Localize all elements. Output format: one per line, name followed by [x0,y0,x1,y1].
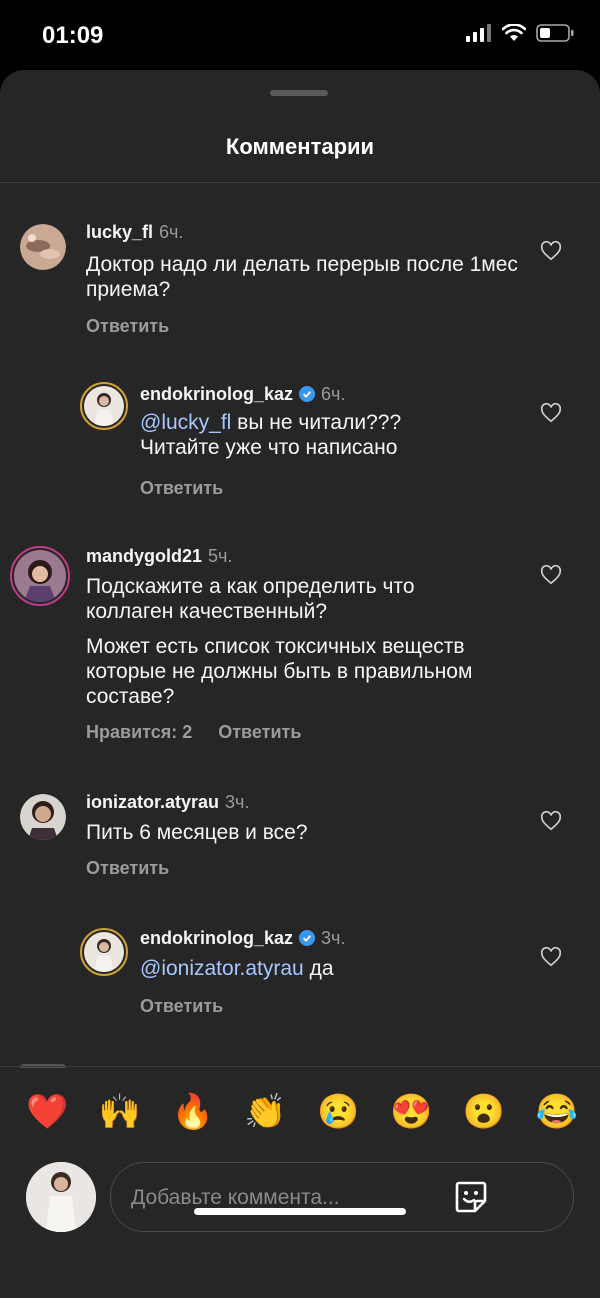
verified-badge-icon [299,386,316,402]
comment-actions: Ответить [140,478,249,499]
emoji-surprised[interactable]: 😮 [463,1092,505,1132]
comment-time: 5ч. [208,546,233,566]
username-text[interactable]: lucky_fl [86,222,153,242]
avatar-photo [20,224,66,270]
username-text[interactable]: endokrinolog_kaz [140,384,293,404]
sheet-grabber[interactable] [270,90,328,96]
comment-actions: Нравится: 2 Ответить [86,722,327,743]
avatar-photo [20,794,66,840]
comment-username[interactable]: endokrinolog_kaz 6ч. [140,384,345,405]
comment-text: Подскажите а как определить что коллаген… [86,575,415,623]
comment-username[interactable]: mandygold21 5ч. [86,546,232,567]
comments-sheet: Комментарии lucky_fl 6ч. Доктор надо ли д… [0,70,600,1298]
heart-outline-icon[interactable] [540,810,562,832]
comment-actions: Ответить [86,858,195,879]
emoji-joy[interactable]: 😂 [536,1092,578,1132]
username-text[interactable]: endokrinolog_kaz [140,928,293,948]
heart-outline-icon[interactable] [540,240,562,262]
status-time: 01:09 [42,22,104,49]
comment-time: 3ч. [225,792,250,812]
comment-actions: Ответить [140,996,249,1017]
avatar[interactable] [20,224,66,270]
heart-outline-icon[interactable] [540,946,562,968]
status-icons [466,24,574,42]
battery-icon [536,24,574,42]
comment-text: Пить 6 месяцев и все? [86,821,308,844]
comment-text-body: да [303,957,334,980]
avatar-photo [14,550,66,602]
comment-text: @lucky_fl вы не читали??? Читайте уже чт… [140,410,440,460]
emoji-clap[interactable]: 👏 [244,1092,286,1132]
title-divider [0,182,600,183]
emoji-heart[interactable]: ❤️ [26,1092,68,1132]
avatar-photo [84,932,124,972]
emoji-heart-eyes[interactable]: 😍 [390,1092,432,1132]
sticker-icon[interactable] [453,1179,489,1215]
avatar-photo [84,386,124,426]
my-avatar [26,1162,96,1232]
emoji-bar-divider [0,1066,600,1067]
reply-button[interactable]: Ответить [218,722,301,742]
heart-outline-icon[interactable] [540,564,562,586]
reply-button[interactable]: Ответить [86,858,169,878]
username-text[interactable]: ionizator.atyrau [86,792,219,812]
emoji-crying[interactable]: 😢 [317,1092,359,1132]
comment-time: 6ч. [321,384,346,404]
avatar[interactable] [80,928,128,976]
reply-button[interactable]: Ответить [86,316,169,336]
likes-count[interactable]: Нравится: 2 [86,722,192,742]
comment-input-box[interactable] [110,1162,574,1232]
reply-button[interactable]: Ответить [140,478,223,498]
username-text[interactable]: mandygold21 [86,546,202,566]
comment-text: @ionizator.atyrau да [140,956,500,981]
comment-text: Доктор надо ли делать перерыв после 1мес… [86,253,518,301]
heart-outline-icon[interactable] [540,402,562,424]
comment-username[interactable]: lucky_fl 6ч. [86,222,183,243]
comment-text-continued: Может есть список токсичных веществ кото… [86,635,473,708]
comment-username[interactable]: endokrinolog_kaz 3ч. [140,928,345,949]
verified-badge-icon [299,930,316,946]
signal-icon [466,24,491,42]
avatar[interactable] [10,546,70,606]
comment-actions: Ответить [86,316,195,337]
wifi-icon [502,24,526,41]
emoji-fire[interactable]: 🔥 [172,1092,214,1132]
mention-link[interactable]: @ionizator.atyrau [140,957,304,980]
comment-time: 3ч. [321,928,346,948]
my-avatar-photo [26,1162,96,1232]
comment-username[interactable]: ionizator.atyrau 3ч. [86,792,249,813]
avatar[interactable] [80,382,128,430]
home-indicator[interactable] [194,1208,406,1215]
mention-link[interactable]: @lucky_fl [140,411,231,434]
comment-time: 6ч. [159,222,184,242]
sheet-title: Комментарии [225,134,375,159]
status-bar: 01:09 [0,0,600,70]
emoji-raised-hands[interactable]: 🙌 [99,1092,141,1132]
avatar[interactable] [20,794,66,840]
emoji-quick-bar: ❤️ 🙌 🔥 👏 😢 😍 😮 😂 [26,1092,578,1132]
reply-button[interactable]: Ответить [140,996,223,1016]
